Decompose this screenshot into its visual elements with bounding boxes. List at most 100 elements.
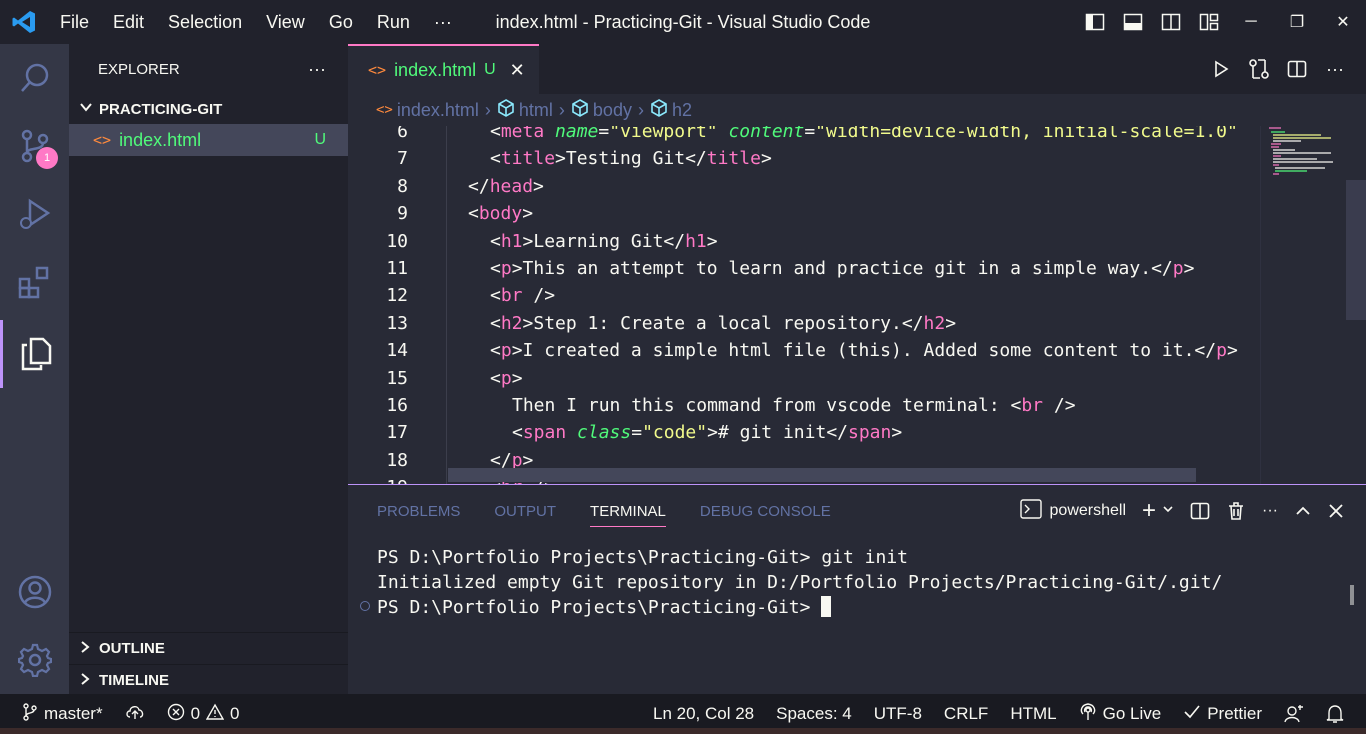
menu-edit[interactable]: Edit	[101, 0, 156, 44]
maximize-panel-icon[interactable]	[1286, 485, 1320, 537]
text-token: =	[804, 126, 816, 142]
vertical-scrollbar[interactable]	[1346, 180, 1366, 320]
code-line[interactable]: 15 <p>	[348, 365, 1258, 392]
text-token: >	[706, 230, 718, 252]
tab-index-html[interactable]: <> index.html U ✕	[348, 44, 539, 94]
code-line[interactable]: 13 <h2>Step 1: Create a local repository.…	[348, 310, 1258, 337]
text-token: ># git init</	[707, 422, 848, 444]
code-line[interactable]: 12 <br />	[348, 282, 1258, 309]
split-terminal-icon[interactable]	[1182, 485, 1218, 537]
tag-token: title	[500, 148, 556, 170]
customize-layout-icon[interactable]	[1190, 0, 1228, 44]
tag-token: span	[522, 422, 567, 444]
terminal-line-1: PS D:\Portfolio Projects\Practicing-Git>…	[377, 547, 909, 568]
code-text: </head>	[468, 173, 544, 200]
error-count: 0	[190, 704, 201, 723]
code-line[interactable]: 7 <title>Testing Git</title>	[348, 145, 1258, 172]
code-line[interactable]: 10 <h1>Learning Git</h1>	[348, 228, 1258, 255]
code-line[interactable]: 9 <body>	[348, 200, 1258, 227]
line-number: 7	[397, 148, 408, 170]
code-line[interactable]: 17 <span class="code"># git init</span>	[348, 419, 1258, 446]
settings-gear-icon[interactable]	[0, 626, 69, 694]
check-icon	[1183, 704, 1201, 725]
search-icon[interactable]	[0, 44, 69, 112]
breadcrumb-body[interactable]: body	[571, 98, 632, 122]
source-control-icon[interactable]: 1	[0, 112, 69, 180]
chevron-right-icon: ›	[558, 99, 565, 120]
menu-view[interactable]: View	[254, 0, 317, 44]
file-index-html[interactable]: <> index.html U	[69, 124, 348, 156]
chevron-right-icon: ›	[637, 99, 644, 120]
menu-more[interactable]: ···	[422, 0, 464, 44]
git-branch-icon	[22, 702, 38, 726]
html-file-icon: <>	[93, 131, 112, 149]
run-file-icon[interactable]	[1202, 44, 1240, 94]
split-editor-icon[interactable]	[1278, 44, 1316, 94]
tab-output[interactable]: OUTPUT	[494, 503, 556, 520]
open-changes-icon[interactable]	[1240, 44, 1278, 94]
breadcrumb-html[interactable]: html	[497, 98, 553, 122]
outline-section[interactable]: OUTLINE	[69, 632, 348, 664]
tag-token: h2	[923, 312, 946, 334]
line-number: 16	[386, 395, 408, 416]
timeline-section[interactable]: TIMELINE	[69, 664, 348, 696]
breadcrumb-file[interactable]: <> index.html	[376, 100, 479, 121]
tab-debug-console[interactable]: DEBUG CONSOLE	[700, 503, 831, 520]
more-actions-icon[interactable]: ···	[1316, 44, 1354, 94]
tag-token: p	[500, 340, 512, 362]
restore-icon[interactable]: ❐	[1274, 0, 1320, 44]
toggle-sidebar-icon[interactable]	[1076, 0, 1114, 44]
horizontal-scrollbar[interactable]	[448, 468, 1196, 482]
run-debug-icon[interactable]	[0, 180, 69, 248]
code-line[interactable]: 14 <p>I created a simple html file (this)…	[348, 337, 1258, 364]
explorer-icon[interactable]	[0, 320, 69, 388]
text-token: <	[468, 203, 479, 225]
prettier-label: Prettier	[1207, 704, 1262, 723]
minimize-icon[interactable]: ─	[1228, 0, 1274, 44]
line-number: 10	[386, 230, 408, 252]
code-editor[interactable]: 6 <meta name="viewport" content="width=de…	[348, 126, 1366, 484]
tab-terminal[interactable]: TERMINAL	[590, 496, 666, 527]
code-line[interactable]: 11 <p>This an attempt to learn and practi…	[348, 255, 1258, 282]
close-window-icon[interactable]: ✕	[1320, 0, 1366, 44]
panel-more-icon[interactable]: ···	[1254, 485, 1286, 537]
text-token: </	[468, 175, 490, 197]
symbol-element-icon	[497, 98, 515, 122]
code-text: <br />	[490, 282, 555, 309]
menu-run[interactable]: Run	[365, 0, 422, 44]
extensions-icon[interactable]	[0, 248, 69, 316]
terminal-scrollbar[interactable]	[1350, 585, 1354, 605]
go-live-label: Go Live	[1102, 704, 1162, 723]
line-number: 17	[386, 422, 408, 444]
toggle-secondary-sidebar-icon[interactable]	[1152, 0, 1190, 44]
tag-token: p	[1216, 340, 1227, 362]
account-icon[interactable]	[0, 558, 69, 626]
menu-selection[interactable]: Selection	[156, 0, 254, 44]
kill-terminal-icon[interactable]	[1218, 485, 1254, 537]
scm-badge: 1	[36, 147, 58, 169]
explorer-more-button[interactable]: ···	[308, 59, 326, 80]
line-number: 18	[386, 449, 408, 471]
text-token: >	[891, 422, 903, 444]
tag-token: p	[1172, 258, 1184, 279]
minimap[interactable]	[1260, 126, 1348, 484]
menu-go[interactable]: Go	[317, 0, 365, 44]
terminal-prompt-line[interactable]: PS D:\Portfolio Projects\Practicing-Git>	[377, 595, 832, 620]
command-decoration-icon[interactable]	[360, 601, 370, 611]
terminal-shell-selector[interactable]: powershell	[1012, 485, 1134, 537]
folder-practicing-git[interactable]: PRACTICING-GIT	[69, 94, 348, 124]
menu-file[interactable]: File	[48, 0, 101, 44]
new-terminal-button[interactable]: +	[1134, 485, 1182, 537]
code-line[interactable]: 16 Then I run this command from vscode te…	[348, 392, 1258, 419]
breadcrumb-h2[interactable]: h2	[650, 98, 692, 122]
line-number: 11	[386, 258, 408, 279]
tag-token: title	[706, 148, 761, 170]
toggle-panel-icon[interactable]	[1114, 0, 1152, 44]
code-line[interactable]: 6 <meta name="viewport" content="width=de…	[348, 126, 1258, 145]
text-token: >	[760, 148, 772, 170]
close-tab-icon[interactable]: ✕	[510, 60, 525, 81]
code-line[interactable]: 8 </head>	[348, 173, 1258, 200]
tab-problems[interactable]: PROBLEMS	[377, 503, 460, 520]
close-panel-icon[interactable]	[1320, 485, 1352, 537]
